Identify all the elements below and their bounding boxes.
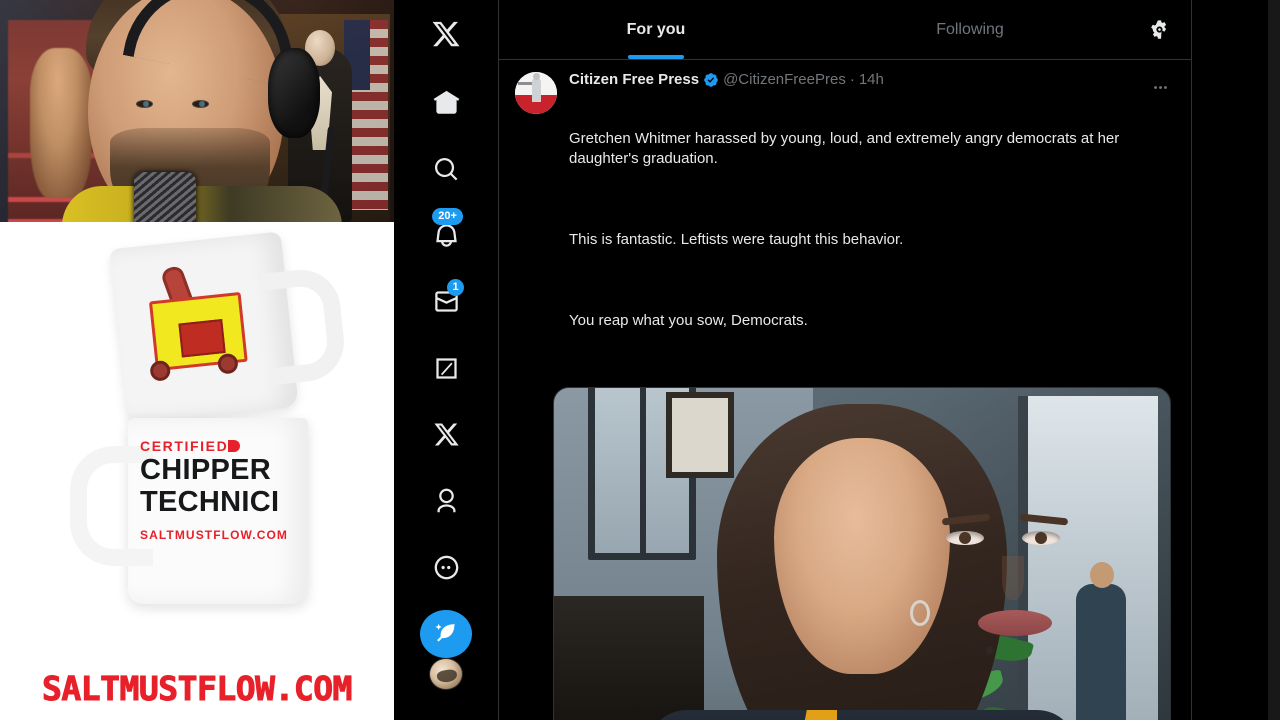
x-twitter-app: 20+ 1 For you Following Citizen Free Pre…	[394, 0, 1280, 720]
wood-chipper-illustration	[134, 264, 261, 385]
avatar-banner	[518, 82, 532, 85]
host-eye-right	[192, 100, 209, 108]
screen-root: CERTIFIED CHIPPER TECHNICI SALTMUSTFLOW.…	[0, 0, 1280, 720]
tab-following-label: Following	[936, 20, 1004, 38]
tab-for-you[interactable]: For you	[499, 0, 813, 59]
tweet-author-handle[interactable]: @CitizenFreePres	[723, 71, 846, 89]
video-background-person	[1076, 561, 1126, 720]
host-eye-left	[136, 100, 153, 108]
mug-certified-label: CERTIFIED	[140, 438, 302, 454]
tweet-author-name[interactable]: Citizen Free Press	[569, 71, 699, 89]
tab-following[interactable]: Following	[813, 0, 1127, 59]
timeline-settings-button[interactable]	[1127, 0, 1191, 59]
account-avatar[interactable]	[429, 658, 463, 691]
messages-badge: 1	[447, 278, 464, 296]
sponsor-url-text: SALTMUSTFLOW.COM	[42, 668, 353, 708]
tweet-header: Citizen Free Press @CitizenFreePres · 14…	[569, 71, 1175, 89]
nav-item-notifications[interactable]: 20+	[420, 208, 472, 259]
compose-feather-icon	[435, 623, 456, 642]
tweet-paragraph: Gretchen Whitmer harassed by young, loud…	[569, 130, 1124, 168]
subject-blazer	[647, 709, 1077, 720]
active-tab-underline	[628, 55, 684, 59]
more-circle-icon	[434, 555, 458, 580]
mug-lower: CERTIFIED CHIPPER TECHNICI SALTMUSTFLOW.…	[70, 418, 308, 604]
browser-right-edge	[1268, 0, 1280, 720]
tweet-text: Gretchen Whitmer harassed by young, loud…	[569, 90, 1175, 371]
tweet-post[interactable]: Citizen Free Press @CitizenFreePres · 14…	[499, 60, 1191, 371]
video-counter	[554, 595, 704, 720]
subject-lips	[978, 609, 1052, 636]
merch-advertisement[interactable]: CERTIFIED CHIPPER TECHNICI SALTMUSTFLOW.…	[0, 222, 394, 720]
compose-post-button[interactable]	[420, 609, 472, 659]
tab-for-you-label: For you	[626, 20, 686, 38]
avatar-figure	[532, 73, 541, 102]
microphone-icon	[134, 172, 196, 222]
tweet-timestamp[interactable]: 14h	[859, 71, 884, 89]
nav-item-profile[interactable]	[420, 477, 472, 525]
home-icon	[433, 91, 459, 114]
nav-item-x-logo[interactable]	[420, 10, 472, 58]
grok-icon	[435, 358, 457, 379]
certified-blob	[228, 440, 241, 452]
subject-eye-left	[946, 530, 984, 545]
nav-item-explore[interactable]	[420, 145, 472, 193]
mug-line-1: CHIPPER	[140, 454, 272, 486]
nav-item-messages[interactable]: 1	[420, 278, 472, 326]
sponsor-url-banner[interactable]: SALTMUSTFLOW.COM	[0, 656, 394, 720]
mug-print: CERTIFIED CHIPPER TECHNICI SALTMUSTFLOW.…	[140, 438, 302, 542]
tweet-paragraph: This is fantastic. Leftists were taught …	[569, 231, 904, 249]
stream-overlay-panel: CERTIFIED CHIPPER TECHNICI SALTMUSTFLOW.…	[0, 0, 394, 720]
mug-url: SALTMUSTFLOW.COM	[140, 527, 289, 542]
tweet-more-options-button[interactable]	[1147, 74, 1173, 100]
verified-badge-icon	[703, 72, 719, 88]
x-logo-icon	[433, 423, 459, 446]
host-jacket	[62, 186, 342, 222]
gear-icon	[1150, 20, 1166, 39]
search-icon	[434, 157, 457, 180]
person-icon	[437, 488, 455, 512]
headphone-earcup	[268, 48, 320, 138]
subject-earring	[910, 599, 930, 626]
subject-eye-right	[1022, 530, 1060, 545]
avatar[interactable]	[515, 72, 557, 114]
nav-item-grok[interactable]	[420, 344, 472, 392]
timeline-tabbar: For you Following	[499, 0, 1191, 60]
nav-item-more[interactable]	[420, 543, 472, 591]
host-webcam-feed	[0, 0, 394, 222]
subject-face	[774, 437, 950, 674]
subject-nose	[1002, 555, 1024, 600]
x-navigation-sidebar: 20+ 1	[394, 0, 498, 720]
nav-item-home[interactable]	[420, 78, 472, 126]
tweet-body: Citizen Free Press @CitizenFreePres · 14…	[569, 71, 1175, 371]
timeline-feed-column: For you Following Citizen Free Press @Ci…	[498, 0, 1192, 720]
subject-chin-mark	[986, 645, 993, 655]
mug-upper	[109, 231, 299, 425]
video-picture-frame	[666, 391, 734, 478]
mug-line-2: TECHNICI	[140, 486, 280, 519]
nav-item-premium[interactable]	[420, 411, 472, 459]
right-sidebar-gutter	[1192, 0, 1280, 720]
tweet-separator: ·	[849, 71, 855, 88]
more-horizontal-icon	[1153, 85, 1167, 89]
tweet-paragraph: You reap what you sow, Democrats.	[569, 311, 808, 329]
tweet-video-player[interactable]: WE C EM	[553, 386, 1171, 720]
notifications-badge: 20+	[432, 208, 464, 226]
bell-icon	[435, 224, 457, 247]
x-logo-icon	[432, 22, 460, 47]
